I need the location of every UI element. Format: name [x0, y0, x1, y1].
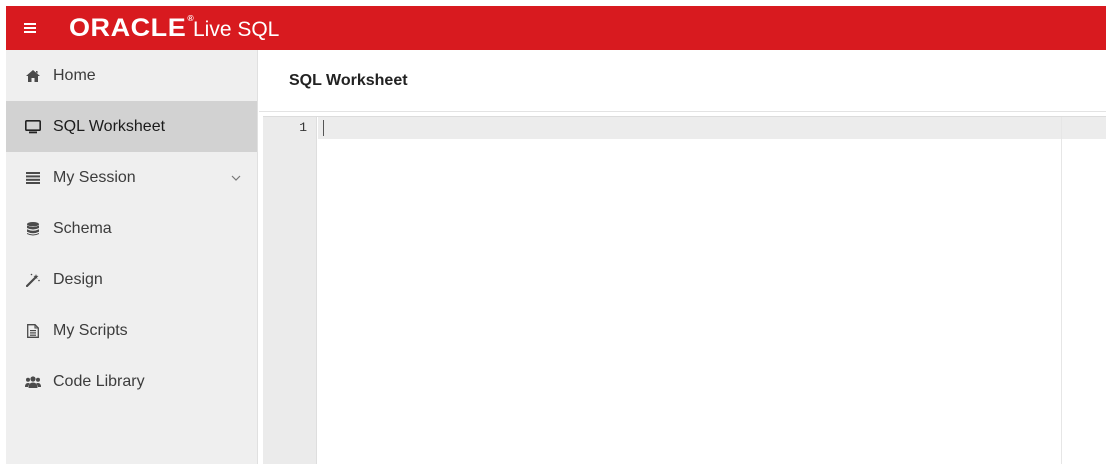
sidebar-item-label: Design: [53, 270, 103, 288]
sidebar-item-home[interactable]: Home: [6, 50, 257, 101]
top-bar: ORACLE® Live SQL: [6, 6, 1106, 50]
sidebar-item-code-library[interactable]: Code Library: [6, 356, 257, 407]
sidebar-item-design[interactable]: Design: [6, 254, 257, 305]
line-number-gutter: 1: [263, 117, 317, 464]
page-title: SQL Worksheet: [289, 71, 408, 89]
sidebar-nav: Home SQL Worksheet My Session Schema Des…: [6, 50, 258, 464]
sql-editor[interactable]: 1: [263, 116, 1106, 464]
product-name: Live SQL: [192, 17, 280, 41]
oracle-logo: ORACLE®: [69, 13, 195, 42]
sidebar-item-schema[interactable]: Schema: [6, 203, 257, 254]
magic-wand-icon: [25, 272, 41, 288]
monitor-icon: [25, 119, 41, 135]
menu-toggle-button[interactable]: [6, 6, 54, 50]
text-cursor: [323, 120, 324, 136]
sidebar-item-label: SQL Worksheet: [53, 117, 166, 135]
sidebar-item-label: Code Library: [53, 372, 145, 390]
worksheet-header: SQL Worksheet: [259, 50, 1106, 112]
chevron-down-icon[interactable]: [231, 173, 241, 183]
sidebar-item-label: Home: [53, 66, 96, 84]
sidebar-item-label: My Session: [53, 168, 136, 186]
users-icon: [25, 374, 41, 390]
sidebar-item-my-scripts[interactable]: My Scripts: [6, 305, 257, 356]
document-icon: [25, 323, 41, 339]
line-number: 1: [299, 120, 307, 135]
sidebar-item-my-session[interactable]: My Session: [6, 152, 257, 203]
list-icon: [25, 170, 41, 186]
sidebar-item-sql-worksheet[interactable]: SQL Worksheet: [6, 101, 257, 152]
print-margin: [1061, 117, 1062, 464]
sidebar-item-label: My Scripts: [53, 321, 128, 339]
sidebar-item-label: Schema: [53, 219, 112, 237]
code-input-area[interactable]: [318, 117, 1106, 464]
home-icon: [25, 68, 41, 84]
database-icon: [25, 221, 41, 237]
hamburger-icon: [24, 23, 36, 33]
brand[interactable]: ORACLE® Live SQL: [69, 14, 279, 43]
